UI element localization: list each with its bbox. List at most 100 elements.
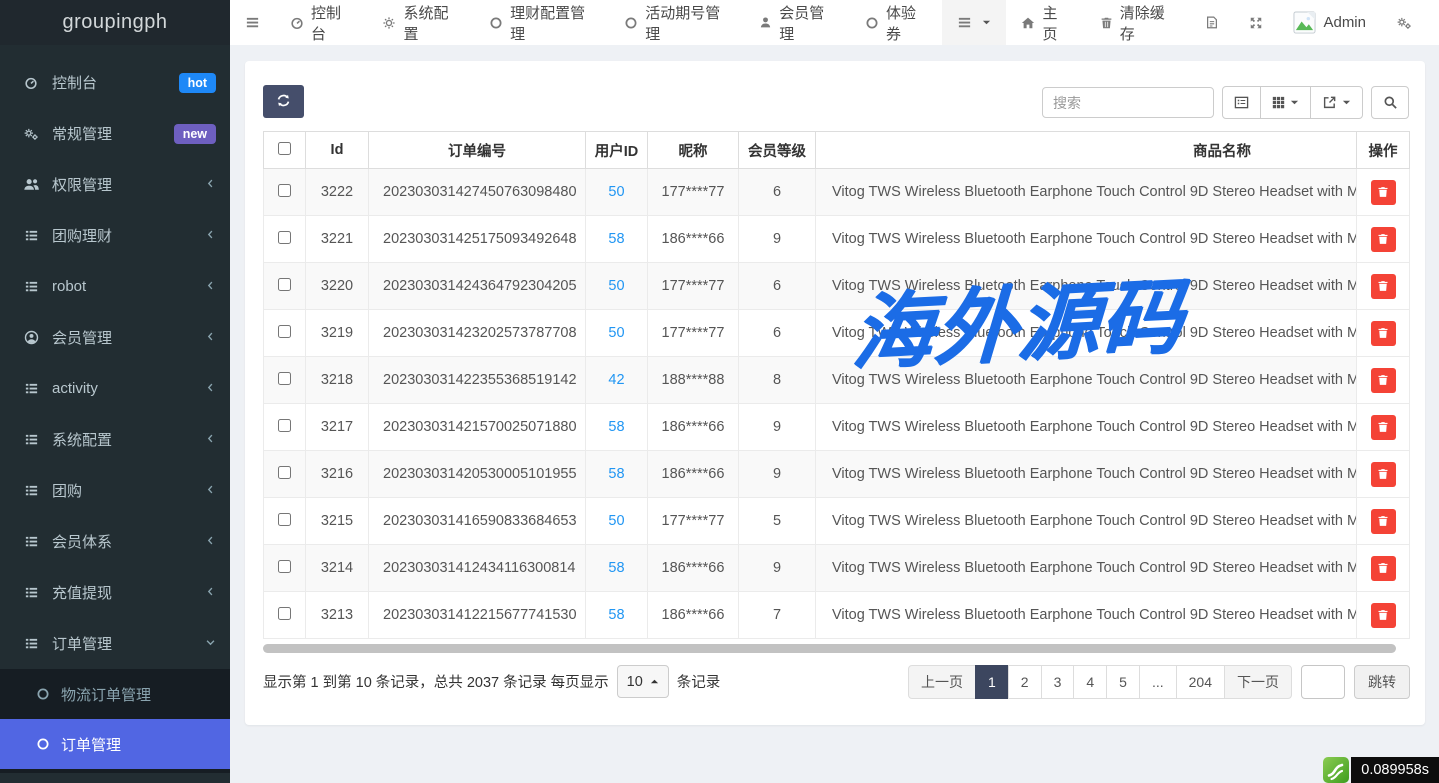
delete-button[interactable] <box>1371 556 1396 581</box>
jump-page-input[interactable] <box>1301 665 1345 699</box>
page-button-5[interactable]: 5 <box>1106 665 1140 699</box>
sidebar-item-groupbuy-finance[interactable]: 团购理财 <box>0 210 230 261</box>
delete-button[interactable] <box>1371 274 1396 299</box>
table-view-button-group <box>1222 86 1363 119</box>
nav-item-homepage[interactable]: 主页 <box>1006 0 1084 45</box>
jump-button[interactable]: 跳转 <box>1354 665 1410 699</box>
nav-item-label: 控制台 <box>311 2 352 44</box>
row-checkbox[interactable] <box>278 231 291 244</box>
sidebar-item-groupbuy[interactable]: 团购 <box>0 465 230 516</box>
sidebar-group-console: 控制台hot <box>0 57 230 108</box>
row-checkbox[interactable] <box>278 372 291 385</box>
table-row: 321420230303141243411630081458186****669… <box>264 545 1410 592</box>
brand-logo[interactable]: groupingph <box>0 0 230 45</box>
search-button[interactable] <box>1371 86 1409 119</box>
nav-item-admin-user[interactable]: Admin <box>1278 0 1381 45</box>
user-id-link[interactable]: 50 <box>608 513 624 529</box>
nav-item-fullscreen[interactable] <box>1234 0 1278 45</box>
user-id-link[interactable]: 50 <box>608 325 624 341</box>
columns-dropdown-button[interactable] <box>1260 86 1311 119</box>
row-checkbox[interactable] <box>278 184 291 197</box>
delete-button[interactable] <box>1371 603 1396 628</box>
sidebar-item-member-system[interactable]: 会员体系 <box>0 516 230 567</box>
delete-button[interactable] <box>1371 368 1396 393</box>
row-checkbox[interactable] <box>278 278 291 291</box>
nav-item-translate[interactable] <box>1190 0 1234 45</box>
sidebar-item-activity[interactable]: activity <box>0 363 230 414</box>
page-ellipsis[interactable]: ... <box>1139 665 1177 699</box>
delete-button[interactable] <box>1371 227 1396 252</box>
row-checkbox[interactable] <box>278 513 291 526</box>
pagination-info-text: 显示第 1 到第 10 条记录，总共 2037 条记录 每页显示 <box>263 671 609 692</box>
delete-button[interactable] <box>1371 462 1396 487</box>
cell-id: 3219 <box>306 310 369 357</box>
page-prev-button[interactable]: 上一页 <box>908 665 976 699</box>
search-input[interactable] <box>1042 87 1214 118</box>
user-id-link[interactable]: 50 <box>608 184 624 200</box>
list-icon <box>22 483 40 498</box>
user-id-link[interactable]: 58 <box>608 560 624 576</box>
row-checkbox[interactable] <box>278 560 291 573</box>
row-checkbox[interactable] <box>278 419 291 432</box>
nav-item-console[interactable]: 控制台 <box>275 0 367 45</box>
sidebar-item-general-management[interactable]: 常规管理new <box>0 108 230 159</box>
page-button-3[interactable]: 3 <box>1041 665 1075 699</box>
select-all-checkbox[interactable] <box>278 142 291 155</box>
user-id-link[interactable]: 58 <box>608 607 624 623</box>
sidebar-item-system-config[interactable]: 系统配置 <box>0 414 230 465</box>
cell-nickname: 177****77 <box>648 498 739 545</box>
nav-item-menu-dropdown[interactable] <box>942 0 1006 45</box>
delete-button[interactable] <box>1371 509 1396 534</box>
nav-item-member-management[interactable]: 会员管理 <box>744 0 850 45</box>
sidebar-item-order-management[interactable]: 订单管理 <box>0 618 230 669</box>
page-button-1[interactable]: 1 <box>975 665 1009 699</box>
sidebar-subitem-order-management[interactable]: 订单管理 <box>0 719 230 769</box>
chevron-left-icon <box>205 176 216 193</box>
table-row: 321320230303141221567774153058186****667… <box>264 592 1410 639</box>
row-checkbox[interactable] <box>278 466 291 479</box>
sidebar-group-member-system: 会员体系 <box>0 516 230 567</box>
sidebar-item-label: 团购 <box>52 480 82 501</box>
horizontal-scrollbar[interactable] <box>263 644 1407 653</box>
cell-nickname: 188****88 <box>648 357 739 404</box>
nav-item-system-settings[interactable]: 系统配置 <box>367 0 474 45</box>
page-button-4[interactable]: 4 <box>1073 665 1107 699</box>
column-header-select <box>264 132 306 169</box>
nav-item-sidebar-toggle[interactable] <box>230 0 275 45</box>
circle-icon <box>865 16 879 30</box>
nav-item-clear-cache[interactable]: 清除缓存 <box>1085 0 1191 45</box>
cell-actions <box>1357 263 1410 310</box>
page-button-2[interactable]: 2 <box>1008 665 1042 699</box>
sidebar-subitem-logistics-order-management[interactable]: 物流订单管理 <box>0 669 230 719</box>
cell-member-level: 9 <box>739 451 816 498</box>
nav-item-activity-period-management[interactable]: 活动期号管理 <box>609 0 744 45</box>
delete-button[interactable] <box>1371 180 1396 205</box>
nav-item-label: 会员管理 <box>779 2 835 44</box>
sidebar-item-robot[interactable]: robot <box>0 261 230 312</box>
nav-item-finance-config-management[interactable]: 理财配置管理 <box>474 0 609 45</box>
export-dropdown-button[interactable] <box>1310 86 1363 119</box>
delete-button[interactable] <box>1371 415 1396 440</box>
row-checkbox[interactable] <box>278 325 291 338</box>
detail-view-button[interactable] <box>1222 86 1261 119</box>
refresh-button[interactable] <box>263 85 304 118</box>
page-size-select[interactable]: 10 <box>617 665 669 698</box>
sidebar-item-recharge-withdraw[interactable]: 充值提现 <box>0 567 230 618</box>
user-id-link[interactable]: 58 <box>608 466 624 482</box>
nav-item-experience-voucher[interactable]: 体验券 <box>850 0 942 45</box>
cell-nickname: 186****66 <box>648 451 739 498</box>
page-button-204[interactable]: 204 <box>1176 665 1225 699</box>
user-id-link[interactable]: 58 <box>608 231 624 247</box>
cell-order-no: 202303031423202573787708 <box>369 310 586 357</box>
delete-button[interactable] <box>1371 321 1396 346</box>
user-id-link[interactable]: 58 <box>608 419 624 435</box>
chevron-down-icon <box>205 635 216 652</box>
sidebar-item-member-management[interactable]: 会员管理 <box>0 312 230 363</box>
row-checkbox[interactable] <box>278 607 291 620</box>
sidebar-item-console[interactable]: 控制台hot <box>0 57 230 108</box>
sidebar-item-permission-management[interactable]: 权限管理 <box>0 159 230 210</box>
page-next-button[interactable]: 下一页 <box>1224 665 1292 699</box>
nav-item-settings[interactable] <box>1381 0 1427 45</box>
user-id-link[interactable]: 42 <box>608 372 624 388</box>
user-id-link[interactable]: 50 <box>608 278 624 294</box>
